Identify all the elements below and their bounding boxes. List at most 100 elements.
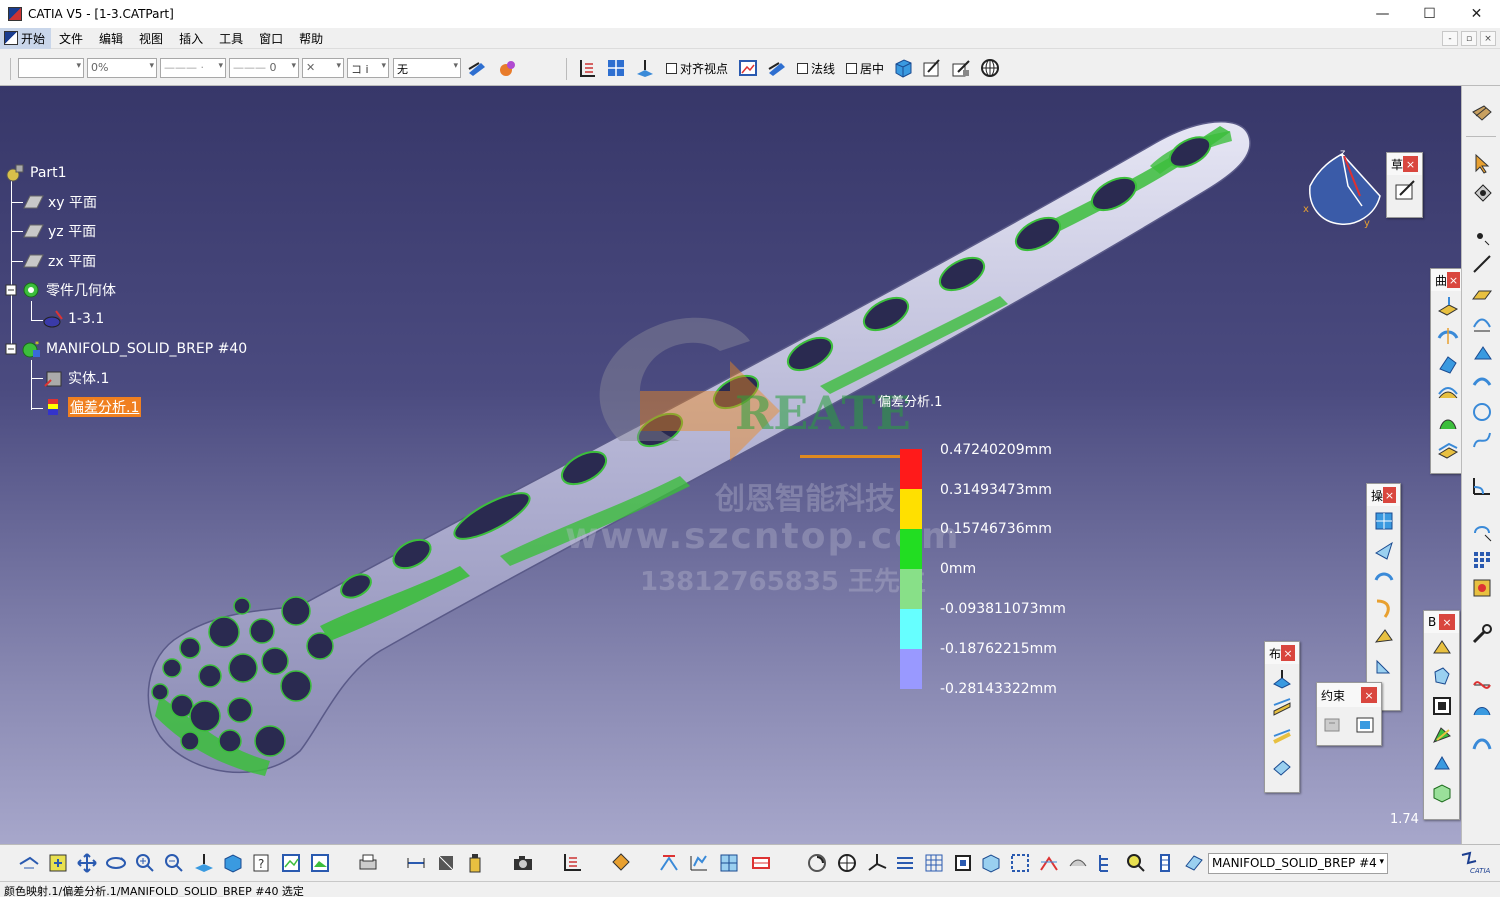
surface-tool-icon[interactable] (1067, 852, 1089, 874)
plane-tool-icon[interactable] (1470, 282, 1494, 306)
blend-icon[interactable] (1268, 723, 1296, 751)
shape-icon[interactable] (1428, 750, 1456, 778)
print-icon[interactable] (357, 852, 379, 874)
select-arrow-icon[interactable] (1470, 152, 1494, 176)
grid-view-icon[interactable] (605, 57, 627, 79)
layer-filter-dropdown[interactable]: 无 ▾ (393, 58, 461, 78)
show-hide-icon[interactable]: ? (251, 852, 273, 874)
close-icon[interactable]: × (1361, 687, 1377, 703)
close-button[interactable]: ✕ (1453, 0, 1500, 28)
deviation-icon[interactable] (718, 852, 740, 874)
generative-toolbar-header[interactable]: 布 × (1265, 642, 1299, 664)
brush-icon[interactable] (766, 57, 788, 79)
projection-icon[interactable] (1470, 314, 1494, 338)
close-icon[interactable]: × (1383, 487, 1396, 503)
tree-node-yz-plane[interactable]: yz 平面 (22, 220, 96, 242)
join-icon[interactable] (1370, 507, 1398, 535)
compass-icon[interactable]: z x y (1300, 146, 1390, 236)
doc-close-button[interactable]: × (1480, 31, 1496, 46)
rotate-view-icon[interactable] (105, 852, 127, 874)
constraint-dialog-icon[interactable] (1322, 713, 1344, 738)
swap-visible-icon[interactable] (280, 852, 302, 874)
align-viewpoint-checkbox[interactable]: 对齐视点 (666, 60, 728, 77)
sweep-tool-icon[interactable] (1470, 700, 1494, 724)
boundary-icon[interactable] (1370, 594, 1398, 622)
spin-icon[interactable] (806, 852, 828, 874)
hand-globe-icon[interactable] (836, 852, 858, 874)
zoom-out-icon[interactable] (163, 852, 185, 874)
point-cloud-icon[interactable] (1428, 634, 1456, 662)
tools-icon[interactable] (1470, 622, 1494, 646)
measure-inertia-icon[interactable] (464, 852, 486, 874)
fly-mode-icon[interactable] (1470, 182, 1494, 206)
multi-section-icon[interactable] (1268, 694, 1296, 722)
layer-dropdown[interactable]: コ i ▾ (347, 58, 389, 78)
line-weight-dropdown[interactable]: ——— 0 ▾ (229, 58, 299, 78)
tree-view-icon[interactable] (1096, 852, 1118, 874)
tree-node-part1[interactable]: Part1 (4, 162, 67, 184)
grid-icon[interactable] (923, 852, 945, 874)
plane-surface-icon[interactable] (1268, 665, 1296, 693)
menu-window[interactable]: 窗口 (251, 30, 291, 47)
current-selection-dropdown[interactable]: MANIFOLD_SOLID_BREP #4 ▾ (1208, 853, 1388, 874)
cut-plane-icon[interactable] (750, 852, 772, 874)
repeat-icon[interactable] (1470, 576, 1494, 600)
healing-icon[interactable] (1268, 752, 1296, 780)
sketch-toolbar-header[interactable]: 草 × (1387, 153, 1422, 175)
constraint-icon[interactable] (1038, 852, 1060, 874)
frame-icon[interactable] (1428, 692, 1456, 720)
point-style-dropdown[interactable]: ✕ ▾ (302, 58, 344, 78)
image-icon[interactable] (737, 57, 759, 79)
center-box[interactable] (846, 63, 857, 74)
curves-toolbar-header[interactable]: 曲 × (1431, 269, 1461, 291)
intersection-icon[interactable] (1470, 342, 1494, 366)
zoom-in-icon[interactable] (134, 852, 156, 874)
circle-icon[interactable] (1470, 400, 1494, 424)
tree-node-manifold[interactable]: * MANIFOLD_SOLID_BREP #40 (4, 338, 247, 360)
tree-node-feature[interactable]: 1-3.1 (42, 308, 104, 330)
point-icon[interactable] (1470, 226, 1494, 250)
tree-node-zx-plane[interactable]: zx 平面 (22, 250, 96, 272)
deform-icon[interactable] (1428, 721, 1456, 749)
render-style-icon[interactable] (309, 852, 331, 874)
painter-icon[interactable] (466, 57, 488, 79)
transform-icon[interactable] (1370, 652, 1398, 680)
trim-icon[interactable] (1370, 565, 1398, 593)
rotate-icon[interactable] (1470, 520, 1494, 544)
mesh-icon[interactable] (1428, 663, 1456, 691)
split-icon[interactable] (1370, 536, 1398, 564)
operations-toolbar-header[interactable]: 操 × (1367, 484, 1400, 506)
snap-icon[interactable] (952, 852, 974, 874)
opacity-dropdown[interactable]: 0% ▾ (87, 58, 157, 78)
box-view-icon[interactable] (980, 852, 1002, 874)
constraint-toolbar-header[interactable]: 约束 × (1317, 683, 1381, 707)
tree-node-xy-plane[interactable]: xy 平面 (22, 191, 97, 213)
collapse-minus-icon[interactable] (4, 279, 18, 301)
analysis-icon[interactable] (658, 852, 680, 874)
line-icon[interactable] (1470, 252, 1494, 276)
sketch-icon[interactable] (1391, 176, 1419, 204)
doc-restore-button[interactable]: ▫ (1461, 31, 1477, 46)
curvature-icon[interactable] (688, 852, 710, 874)
menu-tools[interactable]: 工具 (211, 30, 251, 47)
sketch-edit-icon[interactable] (921, 57, 943, 79)
menu-edit[interactable]: 编辑 (91, 30, 131, 47)
sweep-surface-icon[interactable] (1434, 408, 1462, 436)
tree-node-part-body[interactable]: 零件几何体 (4, 279, 116, 301)
measure-item-icon[interactable] (435, 852, 457, 874)
paint-bucket-icon[interactable] (609, 852, 631, 874)
material-icon[interactable] (496, 57, 518, 79)
boolean-toolbar-header[interactable]: B × (1424, 611, 1459, 633)
menu-insert[interactable]: 插入 (171, 30, 211, 47)
close-icon[interactable]: × (1281, 645, 1295, 661)
filter-icon[interactable] (1154, 852, 1176, 874)
menu-view[interactable]: 视图 (131, 30, 171, 47)
extract-icon[interactable] (1370, 623, 1398, 651)
close-icon[interactable]: × (1447, 272, 1460, 288)
normal-checkbox[interactable]: 法线 (797, 60, 835, 77)
normal-view-icon[interactable] (193, 852, 215, 874)
tree-node-solid[interactable]: 实体.1 (42, 367, 109, 389)
sketch-output-icon[interactable] (950, 57, 972, 79)
minimize-button[interactable]: — (1359, 0, 1406, 28)
constraint-contact-icon[interactable] (1354, 713, 1376, 738)
